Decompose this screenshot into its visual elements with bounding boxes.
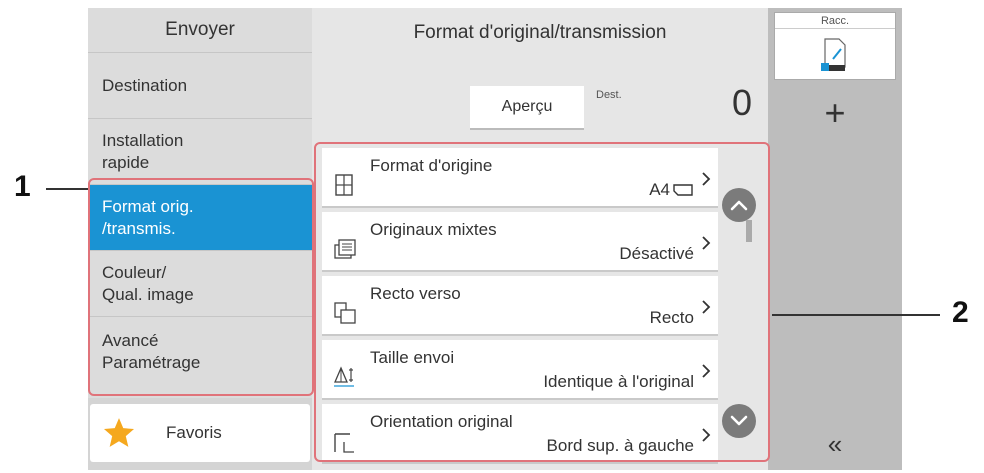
add-shortcut-button[interactable]: + xyxy=(808,92,862,134)
nav-item-quick-setup[interactable]: Installation rapide xyxy=(88,118,312,184)
shortcut-button[interactable]: Racc. xyxy=(774,12,896,80)
nav-header: Envoyer xyxy=(165,19,235,40)
shortcut-label: Racc. xyxy=(775,13,895,29)
favorites-label: Favoris xyxy=(166,423,222,442)
callout-line-left xyxy=(46,188,88,190)
nav-item-label: rapide xyxy=(102,152,150,172)
dest-label: Dest. xyxy=(596,89,622,101)
preview-tab[interactable]: Aperçu xyxy=(470,86,584,130)
nav-item-label: Installation xyxy=(102,130,184,150)
callout-number-1: 1 xyxy=(14,170,31,203)
callout-number-2: 2 xyxy=(952,296,969,329)
page-title: Format d'original/transmission xyxy=(413,22,667,43)
favorites-button[interactable]: Favoris xyxy=(90,404,310,462)
star-icon xyxy=(103,418,135,447)
callout-box-right xyxy=(314,142,770,462)
right-panel: Racc. + « xyxy=(768,8,902,470)
callout-box-left xyxy=(88,178,314,396)
dest-count: 0 xyxy=(731,82,752,123)
callout-line-right xyxy=(772,314,940,316)
collapse-button[interactable]: « xyxy=(808,428,862,460)
shortcut-icon xyxy=(821,38,846,71)
nav-item-label: Destination xyxy=(102,75,188,95)
nav-item-destination[interactable]: Destination xyxy=(88,52,312,118)
